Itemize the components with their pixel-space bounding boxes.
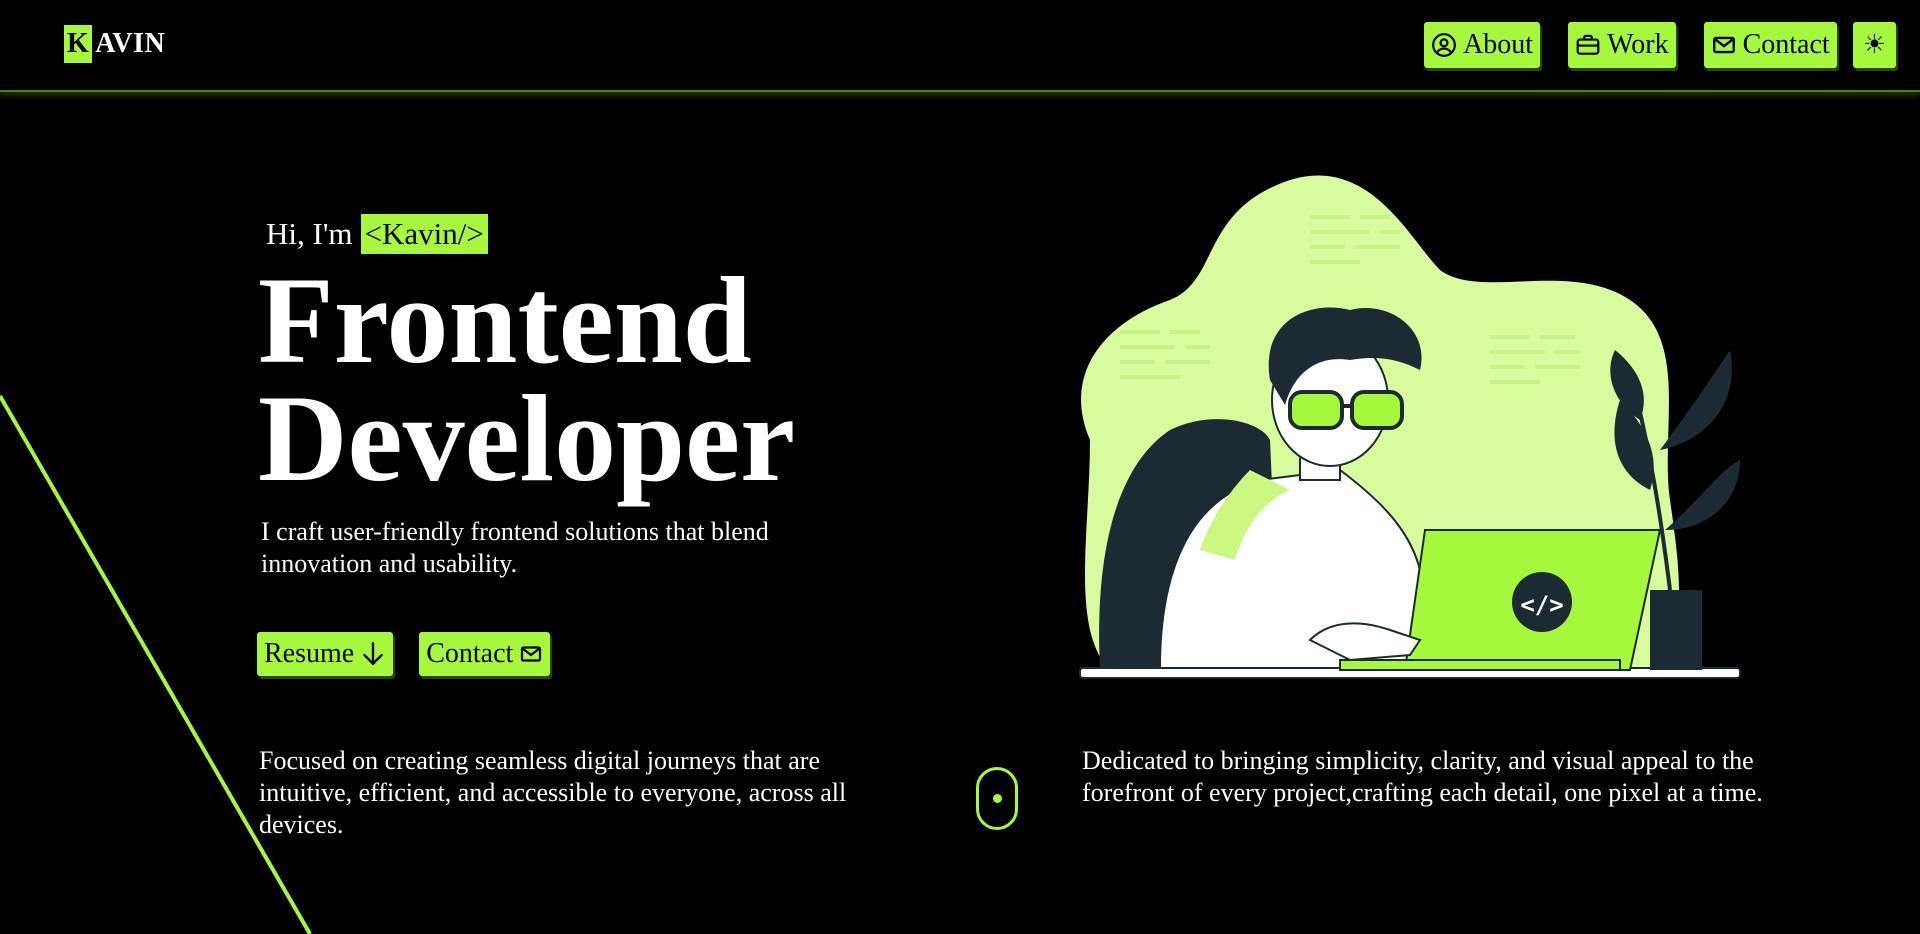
nav-contact-button[interactable]: Contact: [1703, 22, 1837, 68]
nav-about-button[interactable]: About: [1424, 22, 1541, 68]
scroll-indicator[interactable]: [976, 767, 1018, 830]
nav-work-label: Work: [1607, 29, 1669, 60]
theme-toggle-button[interactable]: ☀: [1852, 22, 1896, 68]
sun-icon: ☀: [1862, 30, 1886, 59]
logo-text: AVIN: [95, 28, 166, 59]
nav-contact-label: Contact: [1742, 29, 1830, 60]
hero-title-line2: Developer: [258, 370, 796, 507]
briefcase-icon: [1575, 32, 1601, 58]
hero-title-line1: Frontend: [258, 252, 752, 389]
developer-illustration: </>: [1079, 175, 1741, 679]
hero-contact-label: Contact: [426, 638, 514, 669]
greeting-text: Hi, I'm: [266, 216, 353, 251]
arrow-down-icon: [360, 640, 386, 668]
user-circle-icon: [1431, 32, 1457, 58]
focus-paragraph: Focused on creating seamless digital jou…: [259, 746, 847, 839]
logo[interactable]: K AVIN: [64, 25, 165, 63]
hero-contact-button[interactable]: Contact: [419, 632, 551, 676]
nav-about-label: About: [1463, 29, 1534, 60]
hero-title: Frontend Developer: [258, 259, 795, 501]
nav-work-button[interactable]: Work: [1568, 22, 1676, 68]
scroll-indicator-dot: [992, 794, 1002, 803]
mail-icon: [519, 642, 543, 666]
dedication-paragraph: Dedicated to bringing simplicity, clarit…: [1082, 746, 1763, 807]
mail-icon: [1711, 32, 1737, 58]
logo-initial: K: [64, 25, 93, 63]
name-tag: <Kavin/>: [360, 214, 488, 254]
main-nav: About Work Contact ☀: [1424, 22, 1896, 68]
resume-button[interactable]: Resume: [257, 632, 394, 676]
code-badge-glyph: </>: [1520, 591, 1563, 619]
greeting: Hi, I'm <Kavin/>: [266, 214, 488, 254]
hero-buttons: Resume Contact: [257, 632, 551, 676]
hero-subtitle: I craft user-friendly frontend solutions…: [261, 517, 769, 578]
resume-label: Resume: [264, 638, 355, 669]
page: K AVIN About Work Contact ☀ Hi, I'm <Kav…: [0, 0, 1920, 934]
site-header: K AVIN About Work Contact ☀: [0, 0, 1920, 92]
